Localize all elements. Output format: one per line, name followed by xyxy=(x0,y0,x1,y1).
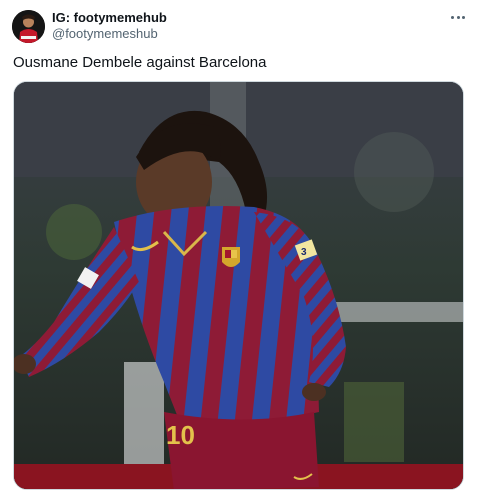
footballer-photo: 3 10 xyxy=(14,82,463,489)
tweet-media-photo[interactable]: 3 10 xyxy=(13,81,464,490)
user-handle[interactable]: @footymemeshub xyxy=(52,26,158,42)
avatar[interactable] xyxy=(12,10,45,43)
kit-number: 10 xyxy=(166,420,195,450)
tweet-text: Ousmane Dembele against Barcelona xyxy=(13,54,267,71)
tweet-card: IG: footymemehub @footymemeshub Ousmane … xyxy=(0,0,478,504)
more-horizontal-icon xyxy=(451,15,454,19)
armband-label: 3 xyxy=(301,247,307,258)
avatar-image xyxy=(12,10,45,43)
more-options-button[interactable] xyxy=(446,8,470,26)
display-name[interactable]: IG: footymemehub xyxy=(52,10,167,26)
